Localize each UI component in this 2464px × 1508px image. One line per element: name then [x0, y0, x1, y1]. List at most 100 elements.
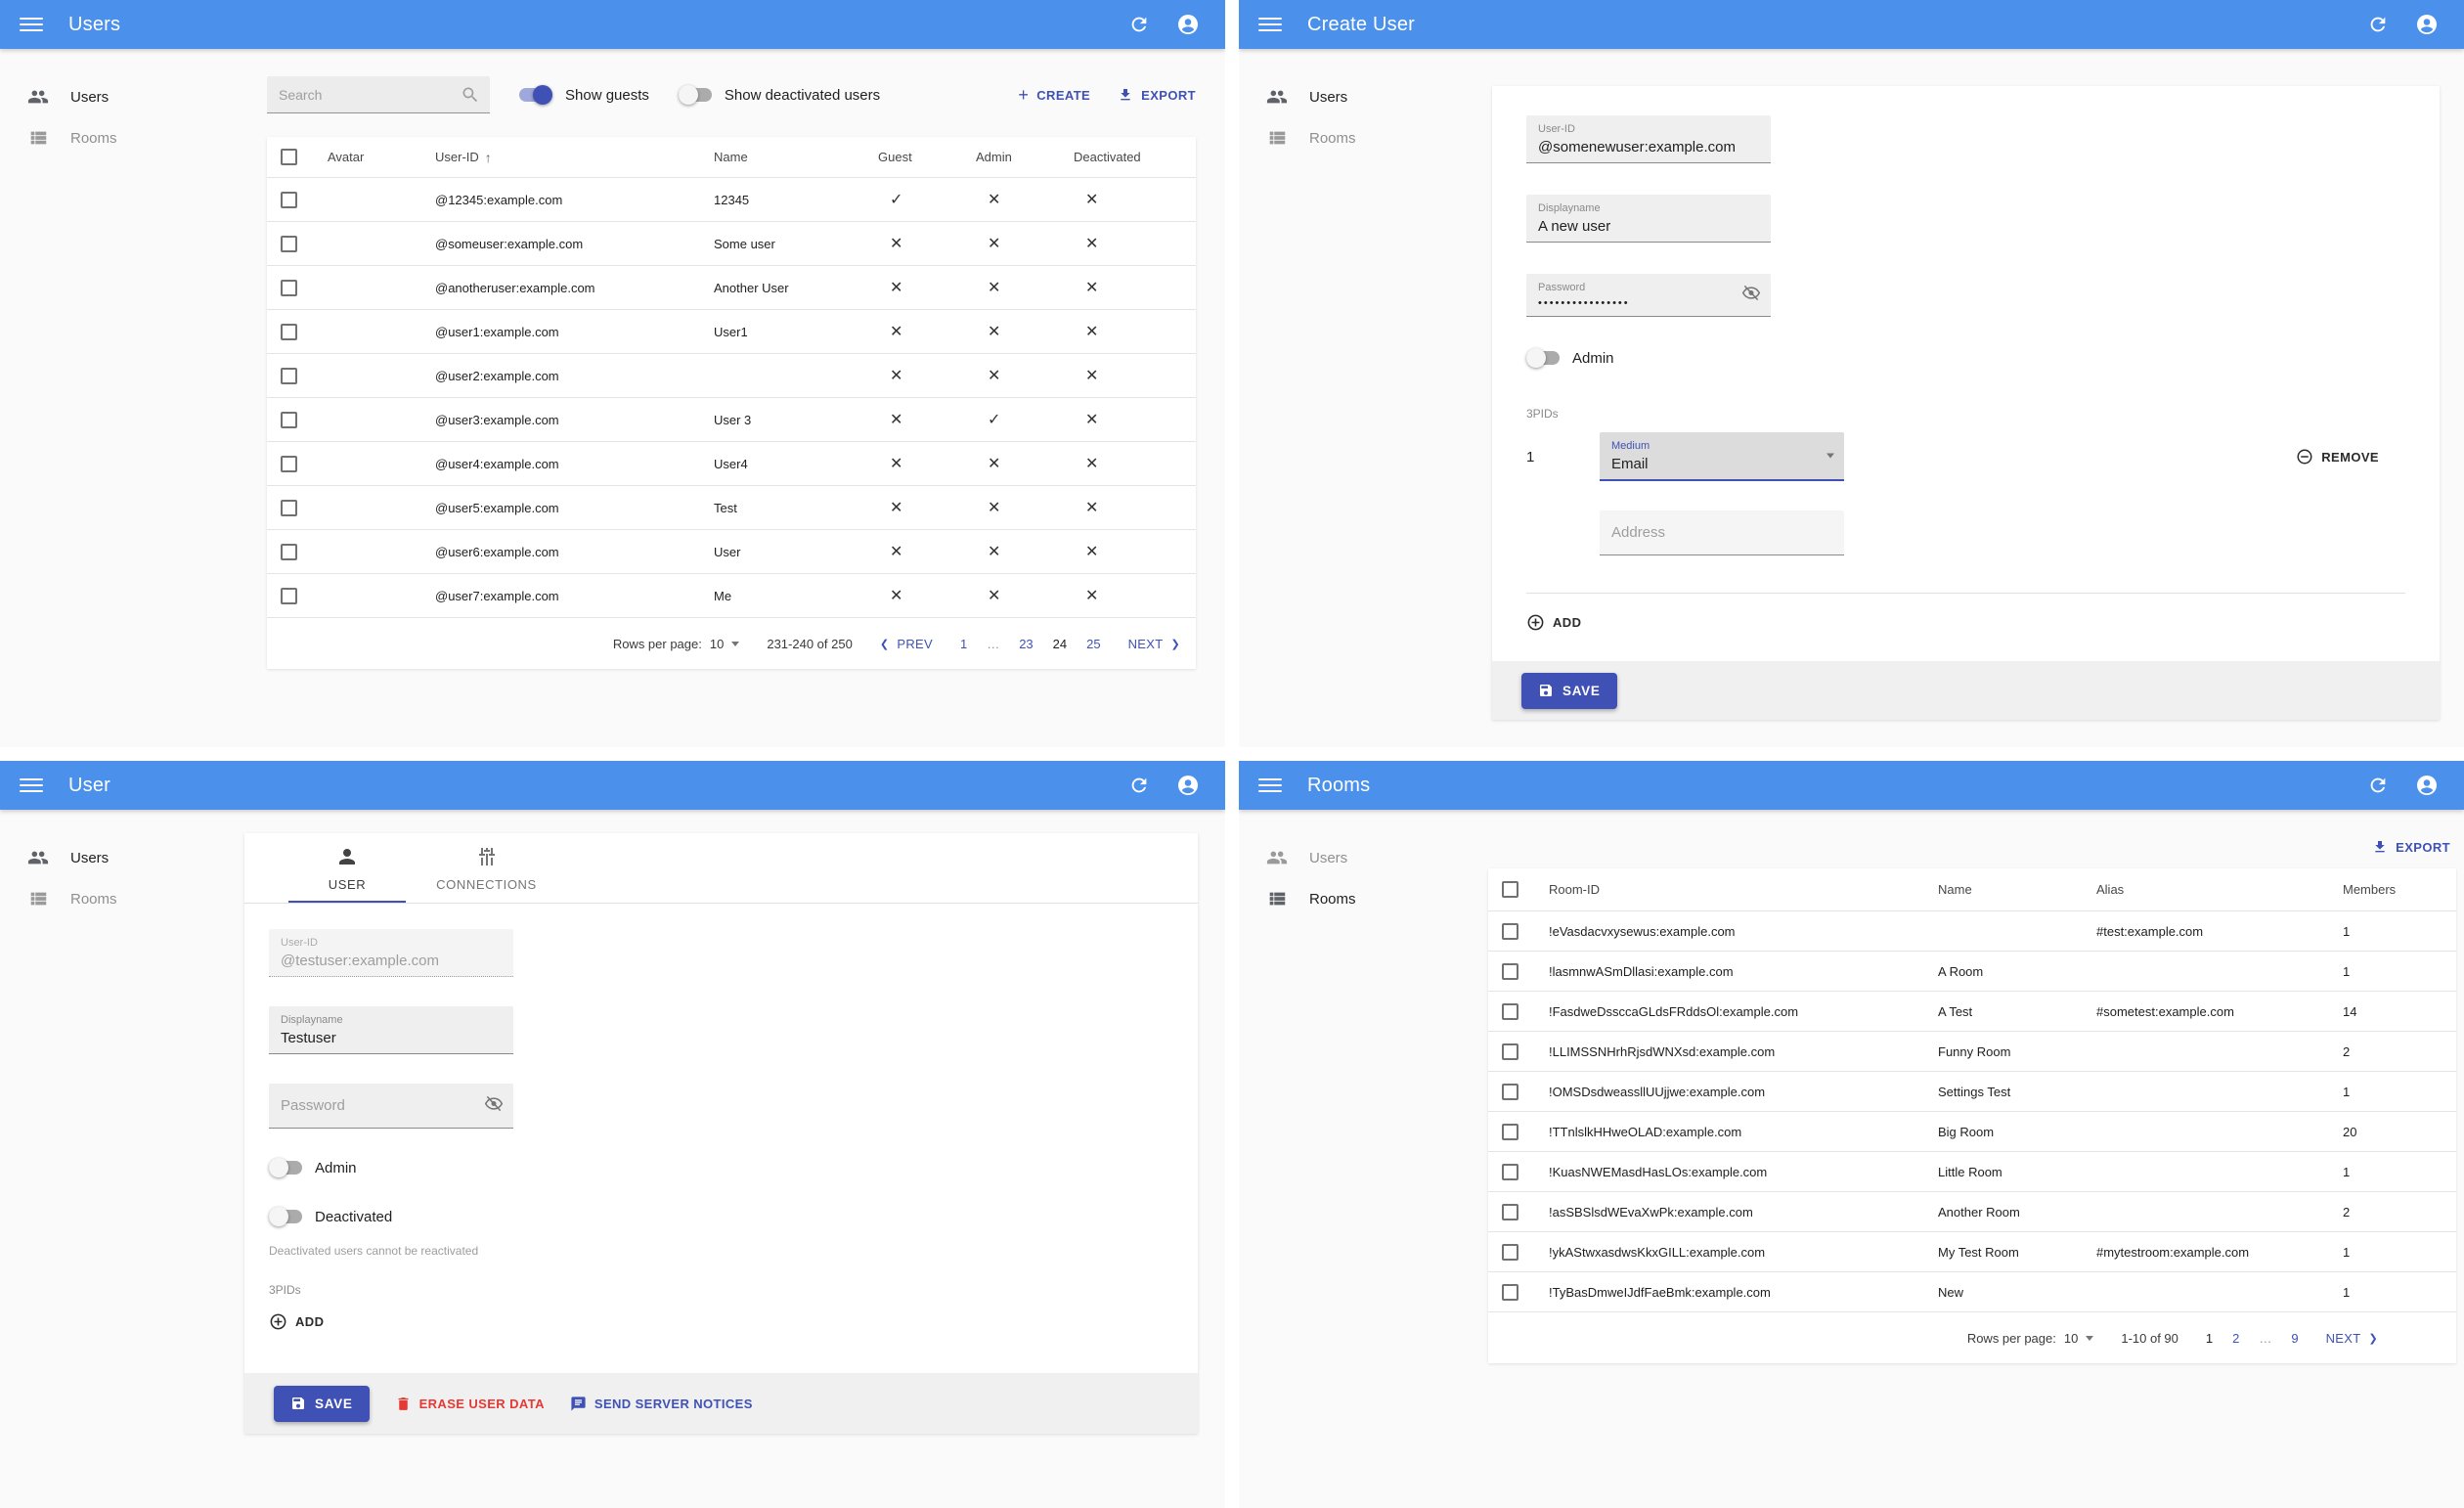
- deactivated-toggle[interactable]: [269, 1207, 302, 1226]
- user-table-row[interactable]: @user2:example.com ✕ ✕ ✕: [267, 354, 1196, 398]
- room-table-row[interactable]: !TTnlslkHHweOLAD:example.com Big Room 20: [1488, 1112, 2456, 1152]
- row-checkbox[interactable]: [281, 411, 297, 428]
- row-checkbox[interactable]: [1502, 1283, 1518, 1301]
- room-table-row[interactable]: !lasmnwASmDllasi:example.com A Room 1: [1488, 952, 2456, 992]
- account-icon[interactable]: [2409, 768, 2444, 803]
- password-field[interactable]: Password ••••••••••••••••: [1526, 274, 1771, 317]
- row-checkbox[interactable]: [281, 499, 297, 516]
- user-id-field[interactable]: User-ID @somenewuser:example.com: [1526, 115, 1771, 163]
- user-table-row[interactable]: @anotheruser:example.com Another User ✕ …: [267, 266, 1196, 310]
- col-name[interactable]: Name: [714, 150, 878, 164]
- sidebar-item[interactable]: Users: [1239, 837, 1483, 878]
- row-checkbox[interactable]: [281, 279, 297, 296]
- next-page-button[interactable]: NEXT ❯: [1128, 637, 1180, 651]
- sidebar-item[interactable]: Rooms: [0, 117, 244, 158]
- page-link[interactable]: 23: [1019, 637, 1033, 651]
- row-checkbox[interactable]: [1502, 1203, 1518, 1220]
- col-guest[interactable]: Guest: [878, 150, 976, 164]
- page-link[interactable]: …: [2259, 1331, 2271, 1346]
- row-checkbox[interactable]: [281, 323, 297, 340]
- menu-icon[interactable]: [1258, 13, 1282, 36]
- send-server-notices-button[interactable]: SEND SERVER NOTICES: [570, 1396, 753, 1412]
- prev-page-button[interactable]: ❮ PREV: [880, 637, 933, 651]
- admin-toggle[interactable]: [1526, 348, 1560, 368]
- sidebar-item[interactable]: Users: [0, 76, 244, 117]
- user-table-row[interactable]: @user5:example.com Test ✕ ✕ ✕: [267, 486, 1196, 530]
- row-checkbox[interactable]: [1502, 1002, 1518, 1020]
- displayname-field[interactable]: Displayname Testuser: [269, 1006, 513, 1054]
- create-button[interactable]: + CREATE: [1018, 85, 1090, 106]
- medium-select[interactable]: Medium Email: [1600, 432, 1844, 481]
- select-all-checkbox[interactable]: [1502, 881, 1518, 898]
- account-icon[interactable]: [1170, 768, 1206, 803]
- room-table-row[interactable]: !eVasdacvxysewus:example.com #test:examp…: [1488, 911, 2456, 952]
- add-threepid-button[interactable]: ADD: [269, 1312, 324, 1331]
- room-table-row[interactable]: !FasdweDssccaGLdsFRddsOl:example.com A T…: [1488, 992, 2456, 1032]
- sidebar-item[interactable]: Users: [0, 837, 244, 878]
- sidebar-item[interactable]: Users: [1239, 76, 1483, 117]
- room-table-row[interactable]: !ykAStwxasdwsKkxGILL:example.com My Test…: [1488, 1232, 2456, 1272]
- refresh-icon[interactable]: [1122, 768, 1157, 803]
- row-checkbox[interactable]: [1502, 962, 1518, 980]
- visibility-off-icon[interactable]: [1741, 283, 1761, 307]
- room-table-row[interactable]: !KuasNWEMasdHasLOs:example.com Little Ro…: [1488, 1152, 2456, 1192]
- row-checkbox[interactable]: [281, 367, 297, 384]
- row-checkbox[interactable]: [281, 235, 297, 252]
- visibility-off-icon[interactable]: [484, 1093, 504, 1118]
- page-link[interactable]: …: [987, 637, 999, 651]
- export-button[interactable]: EXPORT: [2372, 839, 2450, 855]
- tab[interactable]: USER: [288, 833, 406, 903]
- menu-icon[interactable]: [1258, 774, 1282, 797]
- col-deactivated[interactable]: Deactivated: [1074, 150, 1189, 164]
- refresh-icon[interactable]: [2360, 768, 2396, 803]
- user-table-row[interactable]: @12345:example.com 12345 ✓ ✕ ✕: [267, 178, 1196, 222]
- tab[interactable]: CONNECTIONS: [406, 833, 567, 903]
- save-button[interactable]: SAVE: [1521, 672, 1617, 709]
- row-checkbox[interactable]: [281, 543, 297, 560]
- room-table-row[interactable]: !OMSDsdweassllUUjjwe:example.com Setting…: [1488, 1072, 2456, 1112]
- refresh-icon[interactable]: [2360, 7, 2396, 42]
- room-table-row[interactable]: !LLIMSSNHrhRjsdWNXsd:example.com Funny R…: [1488, 1032, 2456, 1072]
- add-threepid-button[interactable]: ADD: [1526, 613, 1581, 632]
- user-table-row[interactable]: @someuser:example.com Some user ✕ ✕ ✕: [267, 222, 1196, 266]
- address-field[interactable]: Address: [1600, 510, 1844, 555]
- sidebar-item[interactable]: Rooms: [1239, 878, 1483, 919]
- account-icon[interactable]: [2409, 7, 2444, 42]
- user-table-row[interactable]: @user4:example.com User4 ✕ ✕ ✕: [267, 442, 1196, 486]
- page-link[interactable]: 9: [2291, 1331, 2298, 1346]
- search-input[interactable]: [279, 86, 461, 103]
- menu-icon[interactable]: [20, 774, 43, 797]
- page-link[interactable]: 25: [1086, 637, 1100, 651]
- col-room-id[interactable]: Room-ID: [1549, 882, 1938, 897]
- refresh-icon[interactable]: [1122, 7, 1157, 42]
- user-table-row[interactable]: @user7:example.com Me ✕ ✕ ✕: [267, 574, 1196, 618]
- page-link[interactable]: 1: [960, 637, 967, 651]
- row-checkbox[interactable]: [1502, 1163, 1518, 1180]
- menu-icon[interactable]: [20, 13, 43, 36]
- sidebar-item[interactable]: Rooms: [0, 878, 244, 919]
- row-checkbox[interactable]: [1502, 1243, 1518, 1261]
- row-checkbox[interactable]: [281, 455, 297, 472]
- col-user-id[interactable]: User-ID ↑: [435, 150, 714, 165]
- toggle-switch[interactable]: [519, 85, 552, 105]
- col-name[interactable]: Name: [1938, 882, 2096, 897]
- page-link[interactable]: 2: [2232, 1331, 2239, 1346]
- next-page-button[interactable]: NEXT ❯: [2326, 1331, 2378, 1346]
- erase-user-data-button[interactable]: ERASE USER DATA: [395, 1396, 545, 1412]
- row-checkbox[interactable]: [281, 587, 297, 604]
- row-checkbox[interactable]: [1502, 1042, 1518, 1060]
- col-admin[interactable]: Admin: [976, 150, 1074, 164]
- col-members[interactable]: Members: [2343, 882, 2431, 897]
- user-table-row[interactable]: @user6:example.com User ✕ ✕ ✕: [267, 530, 1196, 574]
- admin-toggle[interactable]: [269, 1158, 302, 1177]
- toggle-switch[interactable]: [678, 85, 712, 105]
- account-icon[interactable]: [1170, 7, 1206, 42]
- room-table-row[interactable]: !asSBSlsdWEvaXwPk:example.com Another Ro…: [1488, 1192, 2456, 1232]
- col-alias[interactable]: Alias: [2096, 882, 2343, 897]
- row-checkbox[interactable]: [1502, 922, 1518, 940]
- row-checkbox[interactable]: [281, 191, 297, 208]
- row-checkbox[interactable]: [1502, 1123, 1518, 1140]
- password-field[interactable]: Password: [269, 1084, 513, 1129]
- user-table-row[interactable]: @user1:example.com User1 ✕ ✕ ✕: [267, 310, 1196, 354]
- export-button[interactable]: EXPORT: [1118, 85, 1196, 106]
